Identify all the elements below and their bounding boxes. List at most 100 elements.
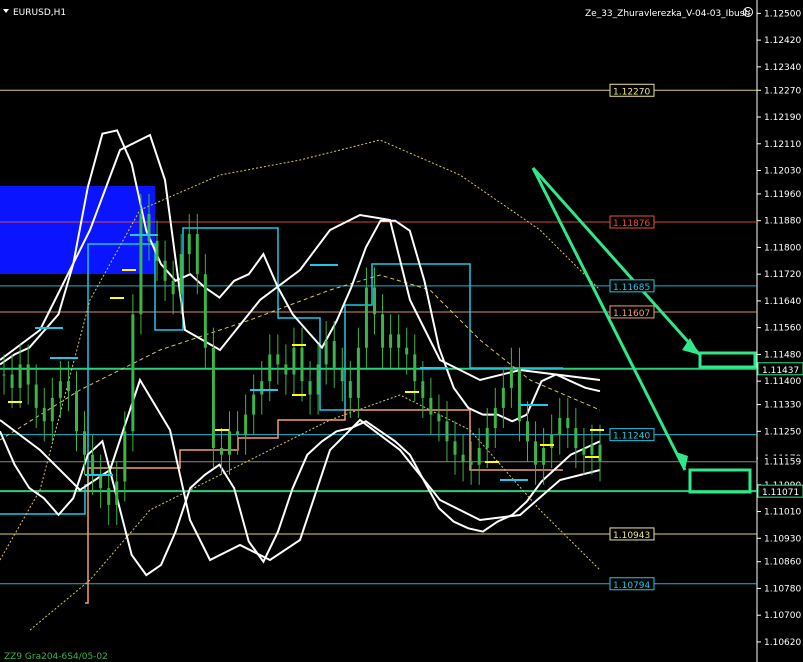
level-label: 1.11240 xyxy=(613,432,650,442)
candle-body xyxy=(219,448,223,455)
candle-body xyxy=(187,234,191,255)
candle-body xyxy=(252,394,256,415)
y-tick-label: 1.11720 xyxy=(764,270,801,280)
candle-body xyxy=(2,374,6,376)
symbol-label: EURUSD,H1 xyxy=(13,8,66,18)
candle-body xyxy=(542,448,546,465)
level-label: 1.10943 xyxy=(613,531,650,541)
y-tick-label: 1.12420 xyxy=(764,36,801,46)
y-tick-label: 1.12270 xyxy=(764,86,801,96)
candle-body xyxy=(526,421,530,442)
candle-body xyxy=(453,441,457,455)
candle-body xyxy=(308,381,312,395)
candle-body xyxy=(276,354,280,365)
candle-body xyxy=(300,347,304,382)
candle-body xyxy=(83,431,87,455)
candle-body xyxy=(211,347,215,449)
y-tick-label: 1.11960 xyxy=(764,190,801,200)
candle-body xyxy=(99,474,103,489)
candle-body xyxy=(58,381,62,398)
candle-body xyxy=(260,381,264,395)
level-label: 1.11685 xyxy=(613,283,650,293)
candle-body xyxy=(485,427,489,449)
level-label: 1.11607 xyxy=(613,309,650,319)
candle-body xyxy=(123,431,127,482)
candle-body xyxy=(389,334,393,348)
y-tick-label: 1.11880 xyxy=(764,217,801,227)
candle-body xyxy=(34,384,38,408)
y-tick-label: 1.12500 xyxy=(764,9,801,19)
y-tick-label: 1.11800 xyxy=(764,243,801,253)
candle-body xyxy=(421,381,425,398)
footer-label: ZZ9 Gra204-6S4/05-02 xyxy=(4,652,108,662)
candle-body xyxy=(171,280,175,295)
candle-body xyxy=(244,414,248,435)
candle-body xyxy=(18,364,22,388)
candle-body xyxy=(477,448,481,465)
y-tick-label: 1.12030 xyxy=(764,167,801,177)
candle-body xyxy=(10,374,14,388)
current-price-label: 1.11159 xyxy=(764,458,801,468)
candle-body xyxy=(195,234,199,275)
candle-body xyxy=(163,260,167,281)
candle-body xyxy=(179,254,183,295)
candle-body xyxy=(332,341,336,368)
candle-body xyxy=(509,367,513,388)
y-tick-label: 1.10930 xyxy=(764,534,801,544)
candle-body xyxy=(381,314,385,348)
candle-body xyxy=(397,334,401,348)
candle-body xyxy=(115,481,119,505)
level-label: 1.11437 xyxy=(762,366,799,376)
candle-body xyxy=(236,431,240,435)
level-label: 1.12270 xyxy=(613,87,650,97)
candle-body xyxy=(356,347,360,398)
candle-body xyxy=(74,391,78,432)
candle-body xyxy=(155,240,159,261)
y-tick-label: 1.12110 xyxy=(764,140,801,150)
candle-body xyxy=(558,417,562,435)
y-tick-label: 1.10860 xyxy=(764,558,801,568)
candle-body xyxy=(517,367,521,422)
candle-body xyxy=(324,341,328,365)
candle-body xyxy=(228,431,232,455)
y-tick-label: 1.11250 xyxy=(764,427,801,437)
level-label: 1.10794 xyxy=(613,581,650,591)
candle-body xyxy=(348,381,352,398)
candle-body xyxy=(42,407,46,422)
candle-body xyxy=(598,444,602,462)
y-tick-label: 1.11400 xyxy=(764,377,801,387)
candle-body xyxy=(413,354,417,382)
candle-body xyxy=(493,407,497,428)
candle-body xyxy=(550,434,554,449)
y-tick-label: 1.10700 xyxy=(764,611,801,621)
candle-body xyxy=(469,461,473,465)
y-tick-label: 1.11560 xyxy=(764,324,801,334)
candle-body xyxy=(445,421,449,442)
symbol-header[interactable]: EURUSD,H1 xyxy=(3,8,66,18)
level-label: 1.11876 xyxy=(613,219,650,229)
candle-body xyxy=(461,454,465,462)
candle-body xyxy=(364,287,368,348)
candle-body xyxy=(107,488,111,505)
candle-body xyxy=(147,213,151,241)
candle-body xyxy=(340,367,344,382)
chart-window: 1.12500 1.12420 1.12340 1.12270 1.12190 1.121… xyxy=(0,0,803,662)
candle-body xyxy=(372,287,376,315)
indicator-label: Ze_33_Zhuravlerezka_V-04-03_Ibush xyxy=(585,9,750,19)
candle-body xyxy=(66,381,70,392)
candle-body xyxy=(590,444,594,455)
candle-body xyxy=(284,364,288,375)
candle-body xyxy=(574,427,578,449)
y-tick-label: 1.11640 xyxy=(764,297,801,307)
candle-body xyxy=(91,454,95,475)
y-tick-label: 1.11330 xyxy=(764,401,801,411)
y-tick-label: 1.10780 xyxy=(764,584,801,594)
candle-body xyxy=(429,397,433,415)
candle-body xyxy=(437,414,441,422)
y-tick-label: 1.11480 xyxy=(764,350,801,360)
candle-body xyxy=(268,354,272,382)
price-chart[interactable]: 1.12500 1.12420 1.12340 1.12270 1.12190 1.121… xyxy=(0,0,803,662)
candle-body xyxy=(405,347,409,355)
candle-body xyxy=(316,364,320,395)
blue-zone xyxy=(0,186,155,274)
